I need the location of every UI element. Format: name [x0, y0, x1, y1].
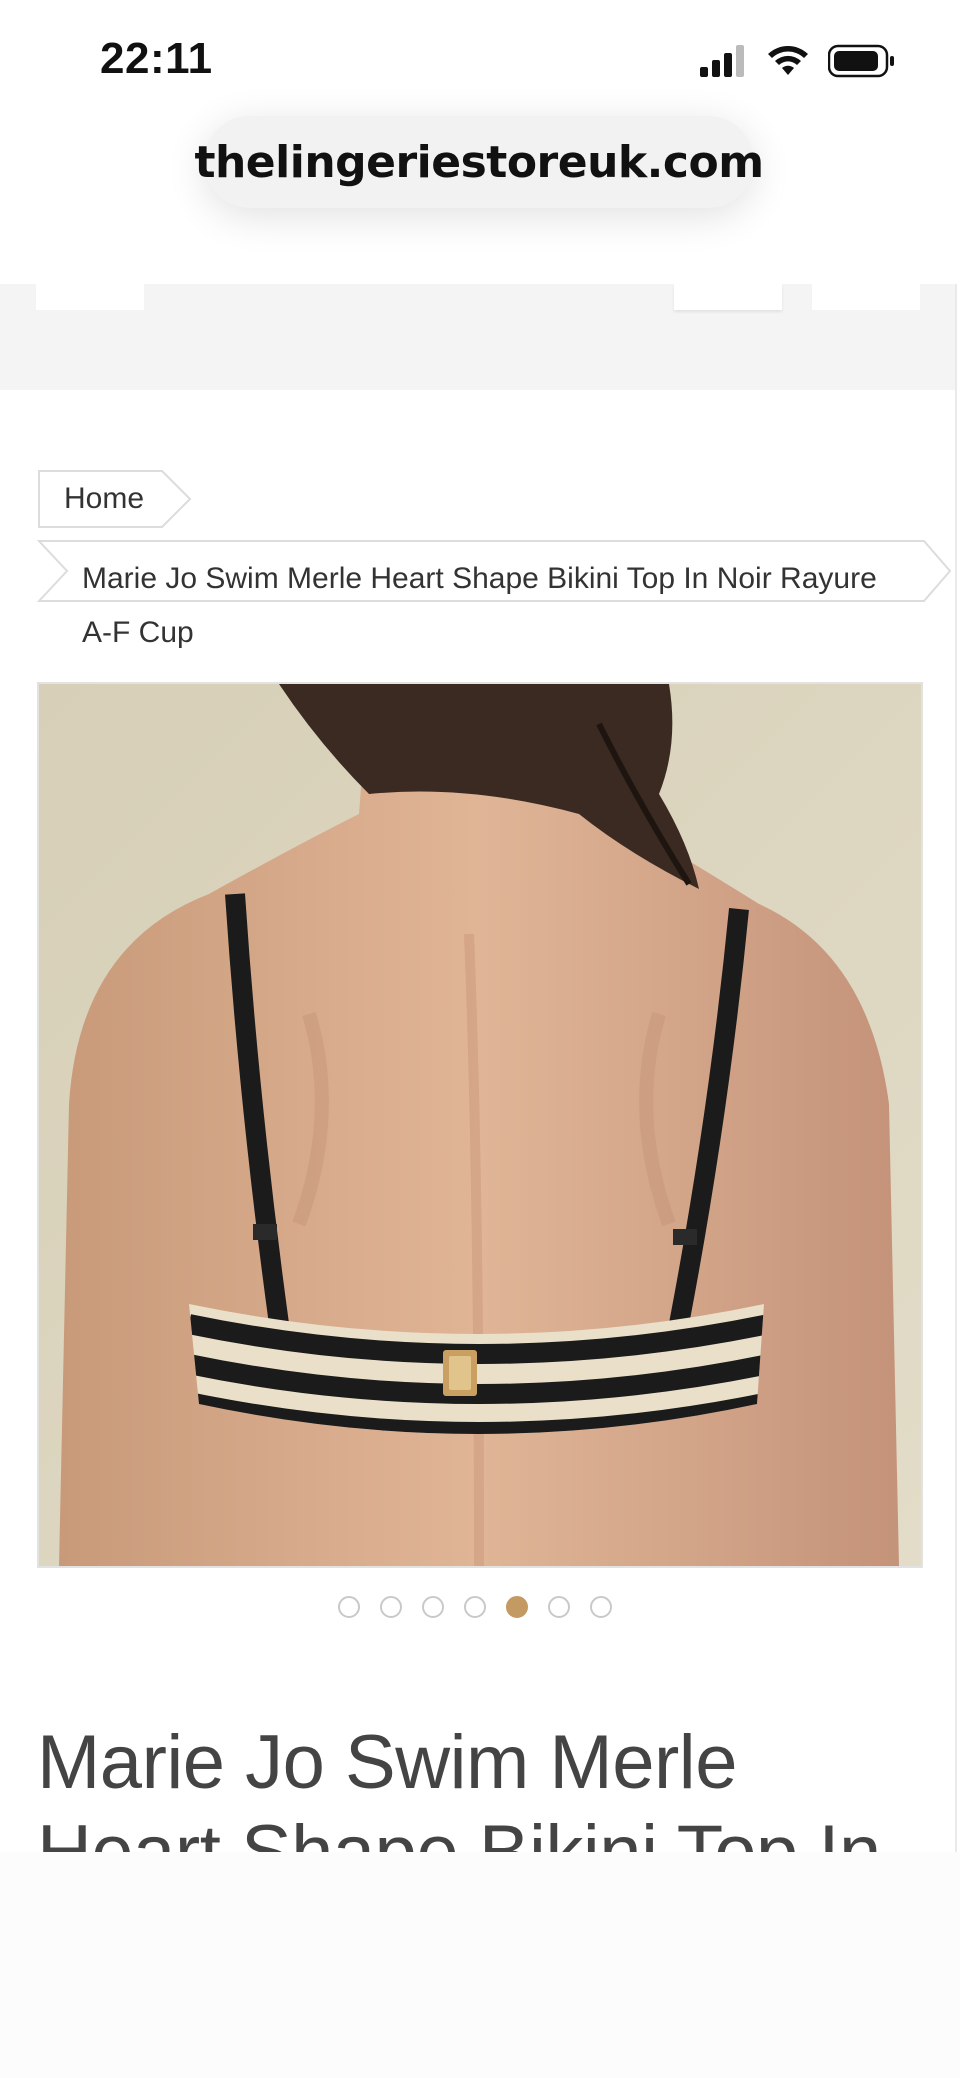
header-menu-button[interactable]	[36, 284, 144, 310]
header-search-button[interactable]	[674, 284, 782, 310]
gallery-dot-6[interactable]	[548, 1596, 570, 1618]
cellular-signal-icon	[700, 45, 748, 82]
gallery-dot-1[interactable]	[338, 1596, 360, 1618]
gallery-dot-5-active[interactable]	[506, 1596, 528, 1618]
site-header-strip	[0, 284, 956, 390]
status-icons	[700, 44, 896, 83]
battery-icon	[827, 44, 896, 83]
address-bar[interactable]: thelingeriestoreuk.com	[194, 116, 764, 208]
gallery-dot-7[interactable]	[590, 1596, 612, 1618]
url-text: thelingeriestoreuk.com	[194, 136, 764, 188]
product-image-gallery[interactable]	[37, 682, 923, 1568]
gallery-dot-4[interactable]	[464, 1596, 486, 1618]
gallery-dot-2[interactable]	[380, 1596, 402, 1618]
product-image	[39, 684, 921, 1566]
breadcrumb-current-product: Marie Jo Swim Merle Heart Shape Bikini T…	[36, 540, 952, 649]
status-bar: 22:11	[0, 0, 960, 120]
browser-bottom-area	[0, 1852, 960, 2078]
page-border	[955, 284, 957, 1854]
header-basket-button[interactable]	[812, 284, 920, 310]
gallery-pagination	[338, 1596, 612, 1618]
breadcrumb-current-label: Marie Jo Swim Merle Heart Shape Bikini T…	[82, 562, 877, 649]
product-title: Marie Jo Swim Merle Heart Shape Bikini T…	[37, 1720, 881, 1852]
wifi-icon	[766, 45, 810, 82]
breadcrumb-home[interactable]: Home	[38, 470, 192, 528]
gallery-dot-3[interactable]	[422, 1596, 444, 1618]
status-time: 22:11	[100, 34, 213, 83]
breadcrumb-home-label: Home	[64, 482, 145, 515]
